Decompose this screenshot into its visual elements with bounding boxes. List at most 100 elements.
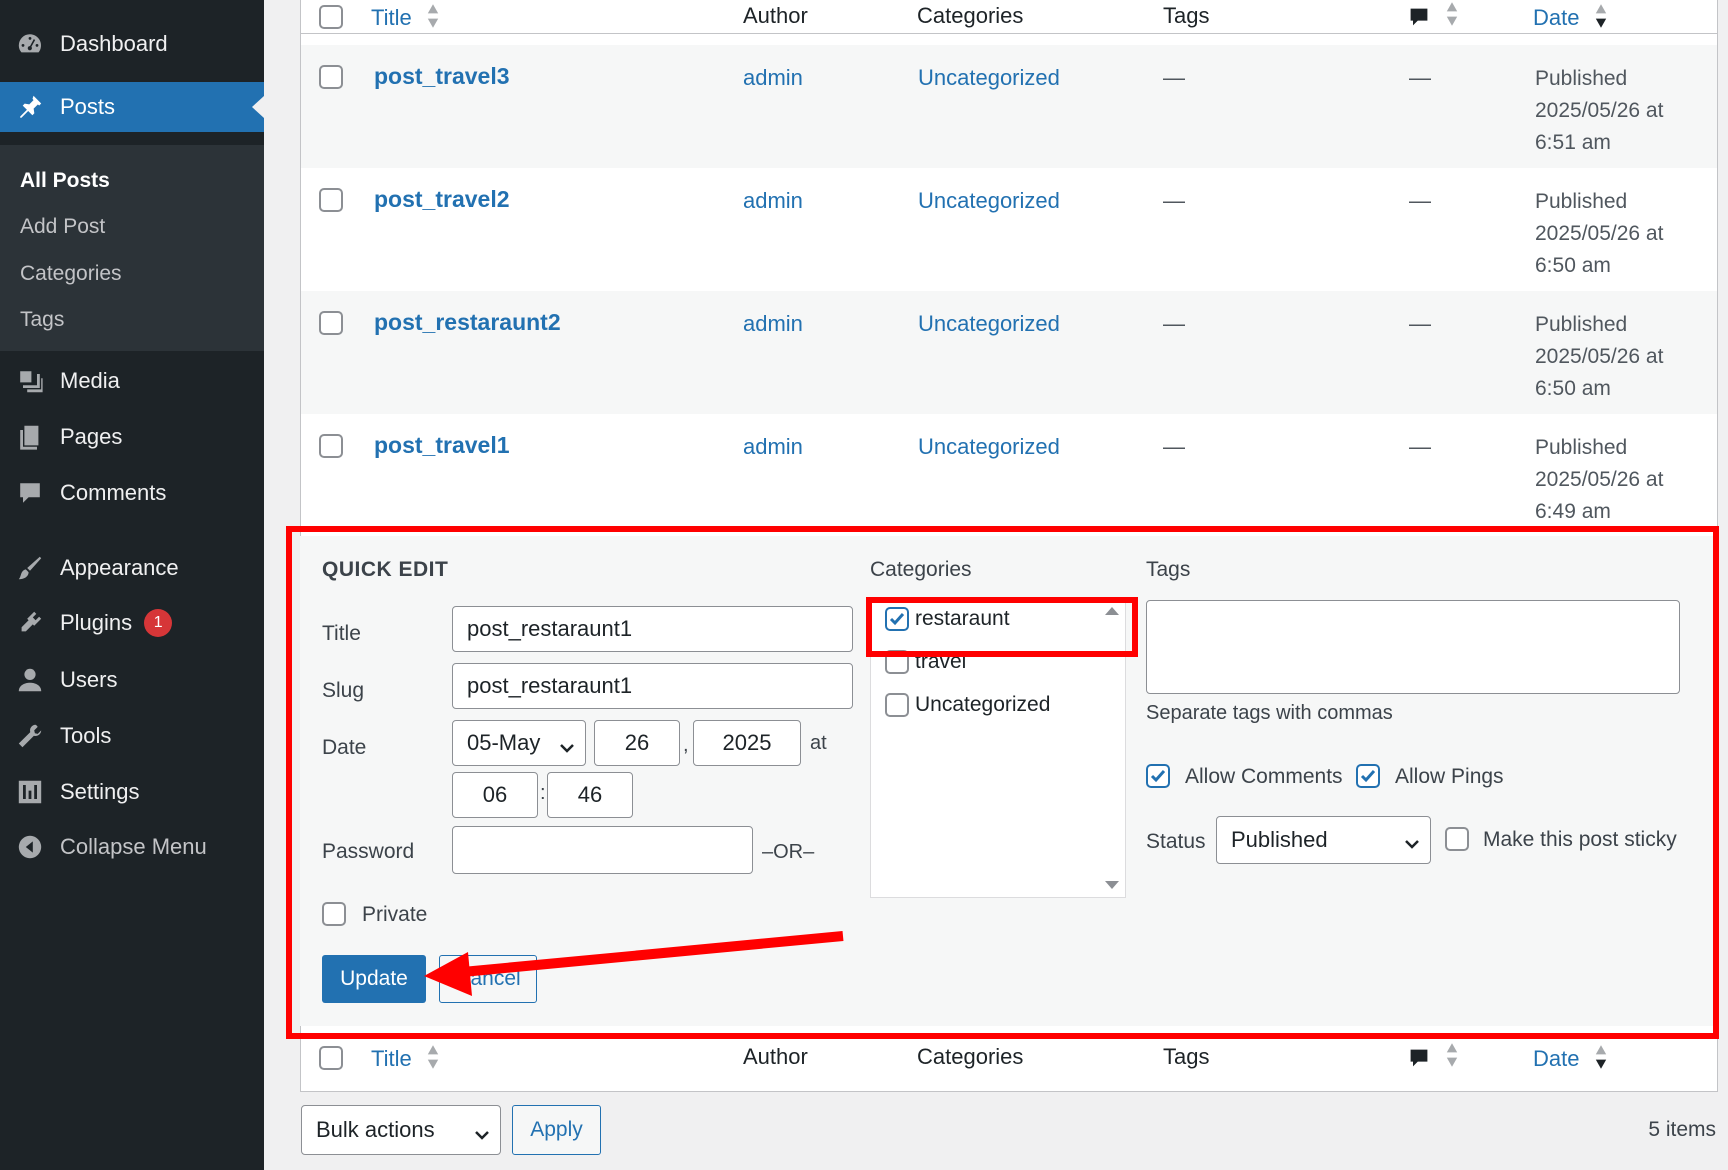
- category-item-uncategorized[interactable]: Uncategorized: [885, 693, 1050, 717]
- password-input[interactable]: [452, 826, 753, 874]
- table-header: Title Author Categories Tags Date: [301, 0, 1717, 34]
- category-checkbox[interactable]: [885, 693, 909, 717]
- menu-item-appearance[interactable]: Appearance: [0, 543, 264, 593]
- wrench-icon: [15, 721, 45, 751]
- slug-input[interactable]: post_restaraunt1: [452, 663, 853, 709]
- sticky-label: Make this post sticky: [1483, 828, 1677, 851]
- post-date-value: 2025/05/26 at: [1535, 345, 1664, 368]
- column-date-label: Date: [1533, 4, 1580, 30]
- column-date-sort-bottom[interactable]: Date: [1533, 1044, 1608, 1076]
- post-category-link[interactable]: Uncategorized: [918, 65, 1060, 91]
- category-item-travel[interactable]: travel: [885, 650, 966, 674]
- month-select[interactable]: 05-May: [452, 720, 586, 766]
- status-select[interactable]: Published: [1216, 816, 1431, 864]
- update-button[interactable]: Update: [322, 955, 426, 1003]
- collapse-icon: [15, 832, 45, 862]
- sticky-checkbox[interactable]: [1445, 827, 1469, 851]
- post-title-link[interactable]: post_travel2: [374, 186, 510, 213]
- column-comments-sort[interactable]: [1407, 1, 1459, 33]
- category-item-restaraunt[interactable]: restaraunt: [885, 607, 1010, 631]
- submenu-add-post[interactable]: Add Post: [20, 215, 105, 239]
- submenu-tags[interactable]: Tags: [20, 308, 64, 332]
- post-category-link[interactable]: Uncategorized: [918, 188, 1060, 214]
- comment-bubble-icon: [1410, 1049, 1428, 1067]
- tags-hint: Separate tags with commas: [1146, 702, 1393, 724]
- quick-edit-heading: QUICK EDIT: [322, 558, 449, 581]
- row-checkbox[interactable]: [319, 434, 343, 458]
- column-date-label: Date: [1533, 1045, 1580, 1071]
- column-title-sort-bottom[interactable]: Title: [371, 1044, 440, 1076]
- allow-pings-checkbox[interactable]: [1356, 764, 1380, 788]
- chevron-down-icon: [474, 1123, 489, 1140]
- cancel-button[interactable]: Cancel: [439, 955, 537, 1003]
- sort-arrows-icon: [1445, 1042, 1459, 1074]
- year-input[interactable]: 2025: [693, 720, 801, 766]
- menu-item-plugins[interactable]: Plugins 1: [0, 598, 264, 648]
- column-comments-sort-bottom[interactable]: [1407, 1042, 1459, 1074]
- apply-button[interactable]: Apply: [512, 1105, 601, 1155]
- post-author-link[interactable]: admin: [743, 311, 803, 337]
- post-author-link[interactable]: admin: [743, 65, 803, 91]
- post-status: Published: [1535, 436, 1628, 459]
- menu-item-comments[interactable]: Comments: [0, 468, 264, 518]
- category-checkbox-checked[interactable]: [885, 607, 909, 631]
- submenu-all-posts[interactable]: All Posts: [20, 169, 110, 193]
- post-category-link[interactable]: Uncategorized: [918, 434, 1060, 460]
- sort-arrows-icon: [426, 1044, 440, 1076]
- row-checkbox[interactable]: [319, 188, 343, 212]
- menu-item-posts[interactable]: Posts: [0, 82, 264, 132]
- private-checkbox[interactable]: [322, 902, 346, 926]
- menu-label-media: Media: [60, 368, 120, 393]
- title-input[interactable]: post_restaraunt1: [452, 606, 853, 652]
- post-title-link[interactable]: post_travel3: [374, 63, 510, 90]
- chevron-down-icon: [1404, 832, 1419, 849]
- bulk-actions-select[interactable]: Bulk actions: [301, 1105, 501, 1155]
- day-input[interactable]: 26: [594, 720, 680, 766]
- menu-item-tools[interactable]: Tools: [0, 711, 264, 761]
- scroll-up-icon[interactable]: [1105, 607, 1119, 615]
- submenu-categories[interactable]: Categories: [20, 262, 122, 286]
- select-all-checkbox[interactable]: [319, 5, 343, 29]
- date-label: Date: [322, 736, 367, 759]
- categories-checklist[interactable]: restaraunt travel Uncategorized: [870, 598, 1126, 898]
- post-author-link[interactable]: admin: [743, 188, 803, 214]
- scroll-down-icon[interactable]: [1105, 881, 1119, 889]
- column-title-label: Title: [371, 1045, 412, 1071]
- collapse-menu-button[interactable]: Collapse Menu: [0, 822, 264, 872]
- post-time-value: 6:49 am: [1535, 500, 1611, 523]
- post-tags: —: [1163, 434, 1185, 459]
- post-author-link[interactable]: admin: [743, 434, 803, 460]
- menu-item-pages[interactable]: Pages: [0, 412, 264, 462]
- table-row: post_travel2 admin Uncategorized — — Pub…: [301, 168, 1717, 291]
- post-tags: —: [1163, 311, 1185, 336]
- comment-bubble-icon: [1410, 8, 1428, 26]
- hour-input[interactable]: 06: [452, 772, 538, 818]
- menu-item-media[interactable]: Media: [0, 356, 264, 406]
- menu-item-dashboard[interactable]: Dashboard: [0, 19, 264, 69]
- tags-textarea[interactable]: [1146, 600, 1680, 694]
- menu-item-settings[interactable]: Settings: [0, 767, 264, 817]
- post-comments: —: [1409, 434, 1431, 459]
- post-status: Published: [1535, 313, 1628, 336]
- menu-label-tools: Tools: [60, 723, 112, 748]
- post-title-link[interactable]: post_travel1: [374, 432, 510, 459]
- post-category-link[interactable]: Uncategorized: [918, 311, 1060, 337]
- row-checkbox[interactable]: [319, 311, 343, 335]
- allow-comments-checkbox[interactable]: [1146, 764, 1170, 788]
- column-title-sort[interactable]: Title: [371, 3, 440, 35]
- table-row: post_travel1 admin Uncategorized — — Pub…: [301, 414, 1717, 537]
- select-all-checkbox-bottom[interactable]: [319, 1046, 343, 1070]
- table-row: post_restaraunt2 admin Uncategorized — —…: [301, 291, 1717, 414]
- month-value: 05-May: [467, 730, 541, 755]
- category-checkbox[interactable]: [885, 650, 909, 674]
- pages-icon: [15, 422, 45, 452]
- post-title-link[interactable]: post_restaraunt2: [374, 309, 561, 336]
- comment-icon: [15, 478, 45, 508]
- minute-input[interactable]: 46: [547, 772, 633, 818]
- row-checkbox[interactable]: [319, 65, 343, 89]
- admin-sidebar: Dashboard Posts All Posts Add Post Categ…: [0, 0, 264, 1170]
- column-date-sort[interactable]: Date: [1533, 3, 1608, 35]
- menu-item-users[interactable]: Users: [0, 655, 264, 705]
- post-date: Published 2025/05/26 at 6:49 am: [1535, 432, 1663, 528]
- post-comments: —: [1409, 65, 1431, 90]
